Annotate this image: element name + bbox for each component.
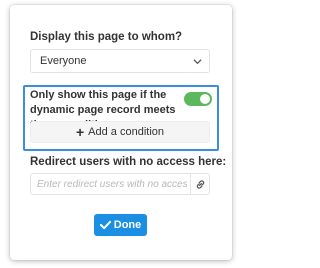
field-divider: [190, 174, 191, 194]
done-button[interactable]: Done: [94, 214, 147, 236]
done-label: Done: [113, 219, 142, 231]
toggle-knob: [200, 94, 210, 104]
display-to-label: Display this page to whom?: [30, 31, 183, 43]
redirect-url-input[interactable]: [31, 174, 187, 194]
check-icon: [99, 220, 111, 230]
link-icon[interactable]: [195, 179, 206, 190]
redirect-label: Redirect users with no access here:: [30, 156, 227, 168]
add-condition-label: Add a condition: [88, 126, 165, 138]
redirect-url-field: [30, 173, 210, 195]
audience-select[interactable]: Everyone: [30, 49, 210, 73]
plus-icon: +: [75, 124, 85, 140]
condition-toggle[interactable]: [184, 92, 212, 106]
chevron-down-icon: [193, 59, 202, 65]
audience-selected-value: Everyone: [40, 55, 87, 67]
add-condition-button[interactable]: + Add a condition: [30, 121, 210, 143]
